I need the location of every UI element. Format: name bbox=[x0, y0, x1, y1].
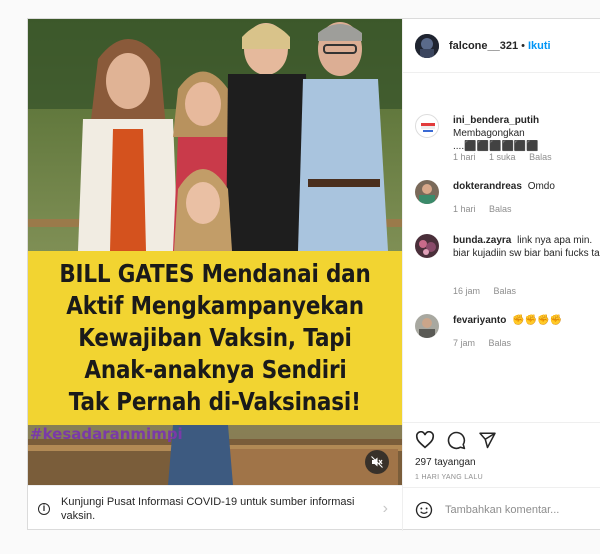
author-username[interactable]: falcone__321 bbox=[449, 40, 518, 52]
caption-line: Kewajiban Vaksin, Tapi bbox=[78, 323, 352, 352]
info-icon: i bbox=[38, 502, 50, 515]
caption-banner: BILL GATES Mendanai dan Aktif Mengkampan… bbox=[28, 251, 402, 425]
comment-time[interactable]: 1 hari bbox=[453, 204, 476, 214]
post-header: falcone__321 • Ikuti bbox=[403, 19, 600, 73]
comment-text: Membagongkan ....⬛⬛⬛⬛⬛⬛ bbox=[453, 128, 539, 152]
view-count[interactable]: 297 tayangan bbox=[415, 457, 476, 468]
avatar-image bbox=[415, 33, 439, 58]
reply-button[interactable]: Balas bbox=[494, 286, 517, 296]
chevron-right-icon: › bbox=[382, 500, 388, 517]
commenter-avatar[interactable] bbox=[415, 114, 439, 138]
covid-info-banner[interactable]: i Kunjungi Pusat Informasi COVID-19 untu… bbox=[28, 485, 402, 531]
avatar-image bbox=[415, 234, 439, 258]
comment-username[interactable]: ini_bendera_putih bbox=[453, 115, 539, 126]
reply-button[interactable]: Balas bbox=[489, 338, 512, 348]
comment-username[interactable]: bunda.zayra bbox=[453, 235, 511, 246]
reply-button[interactable]: Balas bbox=[529, 152, 552, 162]
post-actions: 297 tayangan 1 HARI YANG LALU bbox=[403, 422, 600, 482]
emoji-icon[interactable] bbox=[415, 501, 433, 519]
caption-line: Aktif Mengkampanyekan bbox=[66, 291, 364, 320]
commenter-avatar[interactable] bbox=[415, 234, 439, 258]
speaker-muted-icon bbox=[371, 456, 383, 468]
comment-username[interactable]: dokterandreas bbox=[453, 181, 522, 192]
post-card: BILL GATES Mendanai dan Aktif Mengkampan… bbox=[27, 18, 600, 531]
caption-line: Tak Pernah di-Vaksinasi! bbox=[69, 387, 361, 416]
share-icon[interactable] bbox=[478, 431, 497, 449]
covid-info-text: Kunjungi Pusat Informasi COVID-19 untuk … bbox=[61, 495, 355, 522]
author-avatar[interactable] bbox=[415, 33, 439, 58]
comment-icon[interactable] bbox=[447, 431, 466, 450]
avatar-image bbox=[415, 180, 439, 204]
caption-line: Anak-anaknya Sendiri bbox=[83, 355, 347, 384]
heart-icon[interactable] bbox=[415, 431, 435, 449]
avatar-image bbox=[415, 314, 439, 338]
comment-likes[interactable]: 1 suka bbox=[489, 152, 516, 162]
comment-time[interactable]: 16 jam bbox=[453, 286, 480, 296]
commenter-avatar[interactable] bbox=[415, 180, 439, 204]
comment-text: Omdo bbox=[527, 181, 555, 192]
watermark-hashtag: #kesadaranmimpi bbox=[30, 425, 183, 443]
comment-text: ✊✊✊✊ bbox=[512, 315, 562, 326]
comment-time[interactable]: 7 jam bbox=[453, 338, 475, 348]
follow-button[interactable]: Ikuti bbox=[528, 40, 551, 52]
avatar-image bbox=[417, 116, 438, 137]
caption-line: BILL GATES Mendanai dan bbox=[59, 259, 371, 288]
add-comment-bar bbox=[403, 487, 600, 531]
comment-username[interactable]: fevariyanto bbox=[453, 315, 506, 326]
commenter-avatar[interactable] bbox=[415, 314, 439, 338]
comment-input[interactable] bbox=[445, 503, 595, 516]
comment-time[interactable]: 1 hari bbox=[453, 152, 476, 162]
separator-dot: • bbox=[521, 39, 525, 52]
post-sidebar: falcone__321 • Ikuti ini_bendera_putih M… bbox=[402, 19, 600, 531]
mute-button[interactable] bbox=[365, 450, 389, 474]
post-timestamp[interactable]: 1 HARI YANG LALU bbox=[415, 474, 483, 481]
post-media[interactable]: BILL GATES Mendanai dan Aktif Mengkampan… bbox=[28, 19, 402, 485]
reply-button[interactable]: Balas bbox=[489, 204, 512, 214]
